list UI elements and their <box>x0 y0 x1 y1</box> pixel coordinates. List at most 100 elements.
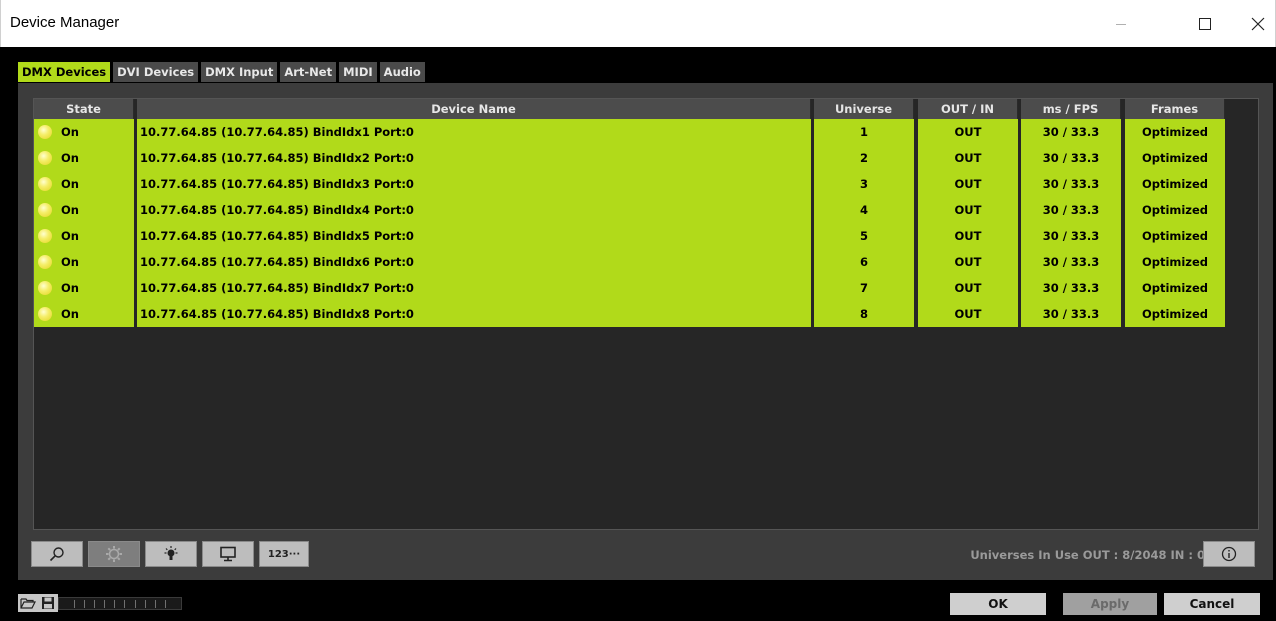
state-cell[interactable]: On <box>34 223 134 249</box>
universe-cell-text: 6 <box>859 255 868 269</box>
state-cell[interactable]: On <box>34 145 134 171</box>
ok-button[interactable]: OK <box>950 593 1046 615</box>
frames-cell[interactable]: Optimized <box>1125 145 1225 171</box>
universe-cell[interactable]: 2 <box>814 145 914 171</box>
state-cell[interactable]: On <box>34 171 134 197</box>
device-name-cell-text: 10.77.64.85 (10.77.64.85) BindIdx6 Port:… <box>140 255 414 269</box>
table-row[interactable]: On 10.77.64.85 (10.77.64.85) BindIdx7 Por… <box>34 275 1234 301</box>
column-header-state[interactable]: State <box>34 99 134 119</box>
state-cell[interactable]: On <box>34 119 134 145</box>
out-in-cell[interactable]: OUT <box>918 197 1018 223</box>
column-header-device-name[interactable]: Device Name <box>137 99 811 119</box>
universe-cell[interactable]: 3 <box>814 171 914 197</box>
device-name-cell[interactable]: 10.77.64.85 (10.77.64.85) BindIdx5 Port:… <box>137 223 811 249</box>
tab-audio[interactable]: Audio <box>379 62 425 82</box>
state-indicator-icon <box>38 255 52 269</box>
ms-fps-cell[interactable]: 30 / 33.3 <box>1021 171 1121 197</box>
column-header-ms-fps[interactable]: ms / FPS <box>1021 99 1121 119</box>
state-cell[interactable]: On <box>34 197 134 223</box>
save-icon <box>42 597 54 609</box>
open-folder-button[interactable] <box>18 594 38 612</box>
ms-fps-cell[interactable]: 30 / 33.3 <box>1021 145 1121 171</box>
out-in-cell-text: OUT <box>954 229 982 243</box>
table-row[interactable]: On 10.77.64.85 (10.77.64.85) BindIdx8 Por… <box>34 301 1234 327</box>
out-in-cell[interactable]: OUT <box>918 301 1018 327</box>
device-name-cell[interactable]: 10.77.64.85 (10.77.64.85) BindIdx3 Port:… <box>137 171 811 197</box>
tab-dmx-input[interactable]: DMX Input <box>201 62 278 82</box>
state-cell[interactable]: On <box>34 249 134 275</box>
search-icon <box>49 547 64 562</box>
table-row[interactable]: On 10.77.64.85 (10.77.64.85) BindIdx6 Por… <box>34 249 1234 275</box>
save-button[interactable] <box>38 594 58 612</box>
monitor-icon <box>220 546 236 562</box>
close-icon <box>1251 17 1265 30</box>
ms-fps-cell-text: 30 / 33.3 <box>1042 203 1100 217</box>
universe-cell-text: 2 <box>859 151 868 165</box>
universe-cell[interactable]: 4 <box>814 197 914 223</box>
table-row[interactable]: On 10.77.64.85 (10.77.64.85) BindIdx4 Por… <box>34 197 1234 223</box>
tab-midi[interactable]: MIDI <box>339 62 377 82</box>
out-in-cell[interactable]: OUT <box>918 119 1018 145</box>
out-in-cell[interactable]: OUT <box>918 275 1018 301</box>
state-cell[interactable]: On <box>34 275 134 301</box>
device-name-cell[interactable]: 10.77.64.85 (10.77.64.85) BindIdx8 Port:… <box>137 301 811 327</box>
column-header-frames[interactable]: Frames <box>1125 99 1225 119</box>
table-row[interactable]: On 10.77.64.85 (10.77.64.85) BindIdx1 Por… <box>34 119 1234 145</box>
ms-fps-cell[interactable]: 30 / 33.3 <box>1021 301 1121 327</box>
out-in-cell[interactable]: OUT <box>918 171 1018 197</box>
tab-art-net[interactable]: Art-Net <box>280 62 337 82</box>
ms-fps-cell[interactable]: 30 / 33.3 <box>1021 197 1121 223</box>
out-in-cell[interactable]: OUT <box>918 223 1018 249</box>
settings-button[interactable] <box>88 541 140 567</box>
column-header-out-in[interactable]: OUT / IN <box>918 99 1018 119</box>
ms-fps-cell[interactable]: 30 / 33.3 <box>1021 119 1121 145</box>
tab-dvi-devices[interactable]: DVI Devices <box>113 62 199 82</box>
universe-cell[interactable]: 6 <box>814 249 914 275</box>
state-label: On <box>61 177 79 191</box>
close-button[interactable] <box>1235 0 1276 47</box>
universe-cell[interactable]: 8 <box>814 301 914 327</box>
table-row[interactable]: On 10.77.64.85 (10.77.64.85) BindIdx3 Por… <box>34 171 1234 197</box>
out-in-cell-text: OUT <box>954 151 982 165</box>
minimize-button[interactable] <box>1098 0 1144 47</box>
frames-cell[interactable]: Optimized <box>1125 197 1225 223</box>
frames-cell[interactable]: Optimized <box>1125 223 1225 249</box>
table-row[interactable]: On 10.77.64.85 (10.77.64.85) BindIdx2 Por… <box>34 145 1234 171</box>
out-in-cell[interactable]: OUT <box>918 145 1018 171</box>
universe-cell[interactable]: 1 <box>814 119 914 145</box>
frames-cell[interactable]: Optimized <box>1125 171 1225 197</box>
ms-fps-cell[interactable]: 30 / 33.3 <box>1021 223 1121 249</box>
frames-cell-text: Optimized <box>1141 229 1209 243</box>
info-button[interactable] <box>1203 541 1255 567</box>
device-name-cell[interactable]: 10.77.64.85 (10.77.64.85) BindIdx2 Port:… <box>137 145 811 171</box>
info-icon <box>1221 546 1237 562</box>
universe-cell[interactable]: 5 <box>814 223 914 249</box>
apply-button[interactable]: Apply <box>1063 593 1157 615</box>
column-header-universe[interactable]: Universe <box>814 99 914 119</box>
monitor-button[interactable] <box>202 541 254 567</box>
device-toolbar: 123··· <box>31 541 309 567</box>
device-name-cell[interactable]: 10.77.64.85 (10.77.64.85) BindIdx4 Port:… <box>137 197 811 223</box>
maximize-button[interactable] <box>1182 0 1228 47</box>
frames-cell-text: Optimized <box>1141 125 1209 139</box>
search-button[interactable] <box>31 541 83 567</box>
ms-fps-cell[interactable]: 30 / 33.3 <box>1021 275 1121 301</box>
cancel-button[interactable]: Cancel <box>1164 593 1260 615</box>
numbering-button[interactable]: 123··· <box>259 541 309 567</box>
frames-cell[interactable]: Optimized <box>1125 275 1225 301</box>
table-row[interactable]: On 10.77.64.85 (10.77.64.85) BindIdx5 Por… <box>34 223 1234 249</box>
frames-cell[interactable]: Optimized <box>1125 119 1225 145</box>
state-label: On <box>61 255 79 269</box>
device-name-cell[interactable]: 10.77.64.85 (10.77.64.85) BindIdx1 Port:… <box>137 119 811 145</box>
frames-cell[interactable]: Optimized <box>1125 301 1225 327</box>
ms-fps-cell[interactable]: 30 / 33.3 <box>1021 249 1121 275</box>
frames-cell-text: Optimized <box>1141 203 1209 217</box>
universe-cell[interactable]: 7 <box>814 275 914 301</box>
frames-cell[interactable]: Optimized <box>1125 249 1225 275</box>
device-name-cell[interactable]: 10.77.64.85 (10.77.64.85) BindIdx7 Port:… <box>137 275 811 301</box>
device-name-cell[interactable]: 10.77.64.85 (10.77.64.85) BindIdx6 Port:… <box>137 249 811 275</box>
state-cell[interactable]: On <box>34 301 134 327</box>
identify-light-button[interactable] <box>145 541 197 567</box>
tab-dmx-devices[interactable]: DMX Devices <box>18 62 111 82</box>
out-in-cell[interactable]: OUT <box>918 249 1018 275</box>
